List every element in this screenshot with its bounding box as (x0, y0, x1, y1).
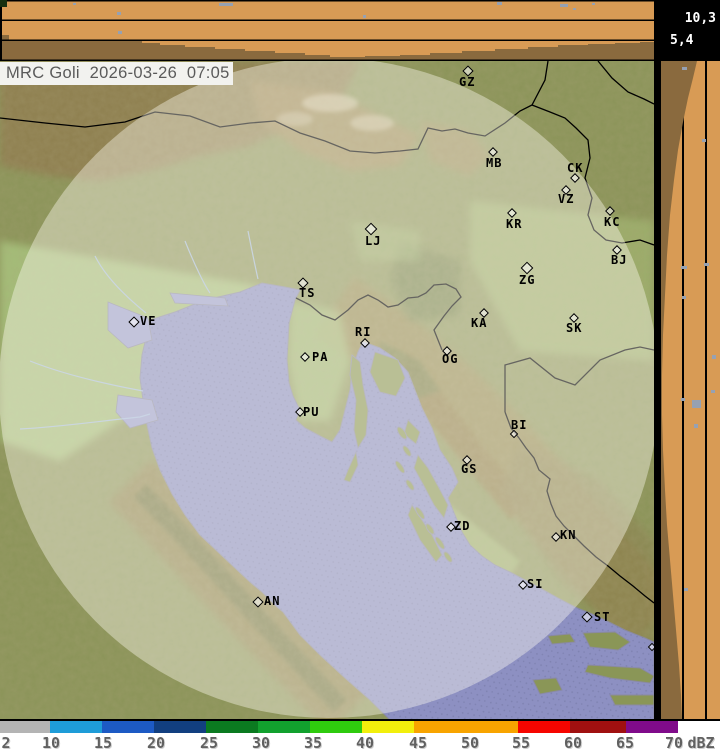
city-label-sk: SK (566, 321, 583, 335)
city-label-kn: KN (560, 528, 577, 542)
weak-echo-speck (711, 390, 715, 393)
scale-segment-40-45dbz (362, 721, 414, 733)
city-label-an: AN (264, 594, 281, 608)
corner-chip (0, 0, 7, 7)
city-label-kr: KR (506, 217, 523, 231)
scale-segment-60-65dbz (570, 721, 626, 733)
city-label-bi: BI (511, 418, 528, 432)
city-label-pu: PU (303, 405, 320, 419)
weak-echo-speck (682, 296, 686, 299)
scale-tick-35: 35 (303, 734, 323, 751)
city-label-gz: GZ (459, 75, 476, 89)
scale-segment-10-15dbz (50, 721, 102, 733)
scale-segment-35-40dbz (310, 721, 362, 733)
map-graphic (0, 61, 654, 719)
scale-tick-50: 50 (460, 734, 480, 751)
scale-segment-20-25dbz (154, 721, 206, 733)
height-value-bottom: 5,4 (670, 33, 694, 48)
weak-echo-speck (712, 355, 716, 359)
scale-segment-2-10dbz (0, 721, 50, 733)
city-label-pa: PA (312, 350, 329, 364)
radar-coverage-circle (0, 61, 654, 718)
scale-tick-70: 70 (664, 734, 684, 751)
scale-segment-45-55dbz (414, 721, 518, 733)
weak-echo-speck (694, 424, 698, 428)
weak-echo-speck (117, 12, 121, 15)
scale-tick-15: 15 (93, 734, 113, 751)
city-label-kc: KC (604, 215, 621, 229)
scale-tick-60: 60 (563, 734, 583, 751)
height-value-top: 10,3 (684, 11, 716, 26)
weak-echo-speck (682, 67, 687, 70)
top-profile-graphic (0, 0, 654, 61)
weak-echo-speck (118, 31, 122, 34)
scale-tick-40: 40 (355, 734, 375, 751)
city-label-zg: ZG (519, 273, 536, 287)
weak-echo-speck (681, 266, 687, 269)
city-label-zd: ZD (454, 519, 471, 533)
weak-echo-speck (219, 3, 233, 6)
weak-echo-speck (692, 400, 701, 408)
top-profile-panel (0, 0, 654, 61)
city-label-vz: VZ (558, 192, 575, 206)
scale-segment-30-35dbz (258, 721, 310, 733)
city-label-ts: TS (299, 286, 316, 300)
weak-echo-speck (363, 15, 366, 18)
scale-tick-10: 10 (41, 734, 61, 751)
scale-tick-65: 65 (615, 734, 635, 751)
city-label-ka: KA (471, 316, 488, 330)
city-label-st: ST (594, 610, 611, 624)
scale-segment-15-20dbz (102, 721, 154, 733)
weak-echo-speck (560, 4, 568, 7)
scale-tick-45: 45 (408, 734, 428, 751)
map-area: GZ MB CK VZ KR KC LJ BJ ZG TS VE KA SK RI OG PA PU BI GS ZD… (0, 61, 654, 719)
title-bar: MRC Goli 2026-03-26 07:05 (0, 62, 233, 85)
scale-tick-55: 55 (511, 734, 531, 751)
scale-segment-55-60dbz (518, 721, 570, 733)
city-label-gs: GS (461, 462, 478, 476)
city-label-si: SI (527, 577, 544, 591)
scale-tick-30: 30 (251, 734, 271, 751)
weak-echo-speck (681, 398, 685, 401)
weak-echo-speck (573, 8, 576, 10)
weak-echo-speck (497, 2, 502, 5)
city-label-bj: BJ (611, 253, 628, 267)
weak-echo-speck (702, 139, 706, 142)
weak-echo-speck (73, 3, 76, 5)
city-label-og: OG (442, 352, 459, 366)
scale-segment-25-30dbz (206, 721, 258, 733)
scale-tick-20: 20 (146, 734, 166, 751)
weak-echo-speck (684, 588, 688, 591)
scale-tick-25: 25 (199, 734, 219, 751)
reflectivity-color-scale (0, 721, 720, 733)
city-label-mb: MB (486, 156, 503, 170)
reflectivity-scale-labels: 2 10 15 20 25 30 35 40 45 50 55 60 65 70 dBZ (0, 733, 720, 751)
scale-tick-2: 2 (1, 734, 11, 751)
city-label-ve: VE (140, 314, 157, 328)
city-label-ck: CK (567, 161, 584, 175)
city-label-lj: LJ (365, 234, 382, 248)
scale-unit-label: dBZ (687, 734, 715, 751)
weak-echo-speck (592, 3, 595, 5)
corner-info-box: 10,3 5,4 (654, 0, 720, 61)
radar-display: GZ MB CK VZ KR KC LJ BJ ZG TS VE KA SK RI OG PA PU BI GS ZD… (0, 0, 720, 751)
weak-echo-speck (704, 263, 709, 266)
scale-segment-65-70dbz (626, 721, 678, 733)
city-label-ri: RI (355, 325, 372, 339)
